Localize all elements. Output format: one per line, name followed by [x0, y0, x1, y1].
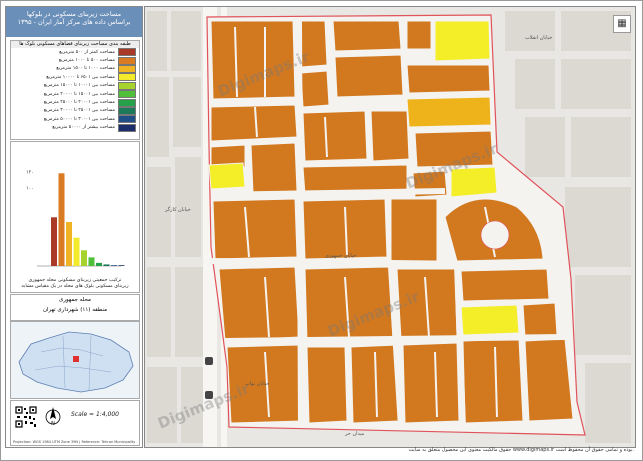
legend-label: مساحت کمتر از ۵۰۰ مترمربع [59, 49, 115, 55]
legend-label: مساحت ۵۰۰ تا ۱۰۰۰ مترمربع [58, 58, 115, 64]
legend-swatch [118, 123, 136, 132]
chart-caption: ترکیب جمعیتی زیربنای مسکونی محله جمهوری … [11, 278, 139, 290]
chart-bar [103, 264, 110, 266]
region-box: محله جمهوری منطقه (۱۱) شهرداری تهران [10, 294, 140, 321]
region-name: محله جمهوری [59, 297, 91, 303]
chart-bar [81, 250, 87, 266]
legend-swatch [118, 48, 136, 57]
street-label: خیابان جمهوری [325, 253, 357, 259]
inset-map-svg [18, 331, 134, 393]
legend-swatch [118, 90, 136, 99]
legend-swatch [118, 56, 136, 65]
legend-label: مساحت بین ۲۵۰۰۱ تا ۳۰۰۰۰ مترمربع [43, 108, 115, 114]
legend-item: مساحت ۱۰۰۰ تا ۱۵۰۰ مترمربع [11, 64, 139, 73]
legend-swatch [118, 115, 136, 124]
legend-label: مساحت بیشتر از ۵۰۰۰۰ مترمربع [52, 125, 115, 131]
scale-text: Scale = 1:4,000 [71, 411, 119, 418]
footer-box: N Scale = 1:4,000 Projection: WGS 1984 U… [10, 400, 140, 446]
roundabout [480, 220, 510, 250]
chart-bar [73, 237, 80, 266]
region-district: منطقه (۱۱) شهرداری تهران [42, 307, 108, 313]
legend-label: مساحت بین ۱۰۰۰۱ تا ۱۵۰۰۰ مترمربع [43, 83, 115, 89]
legend-label: مساحت ۱۰۰۰ تا ۱۵۰۰ مترمربع [56, 66, 115, 72]
legend-item: مساحت کمتر از ۵۰۰ مترمربع [11, 48, 139, 57]
legend-swatch [118, 73, 136, 82]
footer-note: Projection: WGS 1984 UTM Zone 39N | Refe… [13, 440, 136, 444]
legend-item: مساحت بین ۲۰۰۰۱ تا ۲۵۰۰۰ مترمربع [11, 98, 139, 107]
main-map[interactable]: Digimaps.ir Digimaps.ir Digimaps.ir Digi… [144, 6, 636, 448]
legend-item: مساحت بین ۱۵۰۰۱ تا ۲۰۰۰۰ مترمربع [11, 90, 139, 99]
chart-bar [51, 217, 57, 266]
legend-item: مساحت بین ۳۰۰۰۱ تا ۵۰۰۰۰ مترمربع [11, 115, 139, 124]
chart-box: ۱۰۰ ۱۲۰ ترکیب جمعیتی زیربنای مسکونی محله … [10, 141, 140, 293]
chart-bar [111, 265, 117, 266]
locator-marker [73, 356, 79, 362]
north-arrow-icon: N [45, 407, 61, 427]
legend-label: مساحت بین ۱۵۰۰۱ تا ۲۰۰۰۰ مترمربع [43, 91, 115, 97]
legend-swatch [118, 98, 136, 107]
legend-label: مساحت بین ۳۰۰۰۱ تا ۵۰۰۰۰ مترمربع [43, 116, 115, 122]
chart-bar [88, 257, 95, 266]
y-tick-label: ۱۰۰ [26, 185, 34, 191]
legend-label: مساحت بین ۶۵۰۱ تا ۱۰۰۰۰ مترمربع [46, 74, 115, 80]
panel-title: مساحت زیربنای مسکونی در بلوکها براساس دا… [6, 7, 142, 37]
street-label: میدان حر [345, 431, 365, 437]
street-label: خیابان انقلاب [525, 35, 553, 41]
y-tick-label: ۱۲۰ [26, 170, 34, 176]
legend-header: طبقه بندی مساحت زیربنای فضاهای مسکونی بل… [11, 41, 139, 48]
bar-chart: ۱۰۰ ۱۲۰ [26, 170, 125, 267]
legend-item: مساحت بین ۱۰۰۰۱ تا ۱۵۰۰۰ مترمربع [11, 81, 139, 90]
copyright-note: حقوق مالکیت معنوی این محصول متعلق به سای… [408, 447, 634, 453]
chart-bar [66, 222, 72, 266]
svg-text:N: N [51, 421, 55, 427]
legend-swatch [118, 106, 136, 115]
legend-panel: مساحت زیربنای مسکونی در بلوکها براساس دا… [5, 6, 143, 448]
legend-label: مساحت بین ۲۰۰۰۱ تا ۲۵۰۰۰ مترمربع [43, 100, 115, 106]
panel-title-line1: مساحت زیربنای مسکونی در بلوکها [26, 10, 122, 18]
legend-swatch [118, 64, 136, 73]
panel-title-line2: براساس داده های مرکز آمار ایران - ۱۳۹۵ [17, 18, 131, 26]
chart-bar [58, 173, 65, 266]
legend-rows: مساحت کمتر از ۵۰۰ مترمربع مساحت ۵۰۰ تا ۱۰… [11, 48, 139, 132]
street-label: خیابان نواب [245, 381, 270, 387]
legend-item: مساحت بیشتر از ۵۰۰۰۰ مترمربع [11, 123, 139, 132]
legend-item: مساحت بین ۲۵۰۰۱ تا ۳۰۰۰۰ مترمربع [11, 106, 139, 115]
legend-item: مساحت بین ۶۵۰۱ تا ۱۰۰۰۰ مترمربع [11, 73, 139, 82]
legend-item: مساحت ۵۰۰ تا ۱۰۰۰ مترمربع [11, 56, 139, 65]
map-canvas [145, 7, 635, 447]
chart-bar [96, 262, 102, 266]
qr-code-icon [15, 406, 37, 428]
legend-swatch [118, 81, 136, 90]
chart-caption-line2: زیربنای مسکونی بلوک های محله در یک مقیاس… [21, 284, 129, 289]
metro-icon [205, 357, 213, 365]
chart-bar [118, 265, 125, 266]
layers-icon[interactable]: ▦ [613, 15, 631, 33]
street-label: خیابان کارگر [165, 207, 191, 213]
legend-box: طبقه بندی مساحت زیربنای فضاهای مسکونی بل… [10, 40, 140, 140]
inset-locator-map [10, 321, 140, 399]
